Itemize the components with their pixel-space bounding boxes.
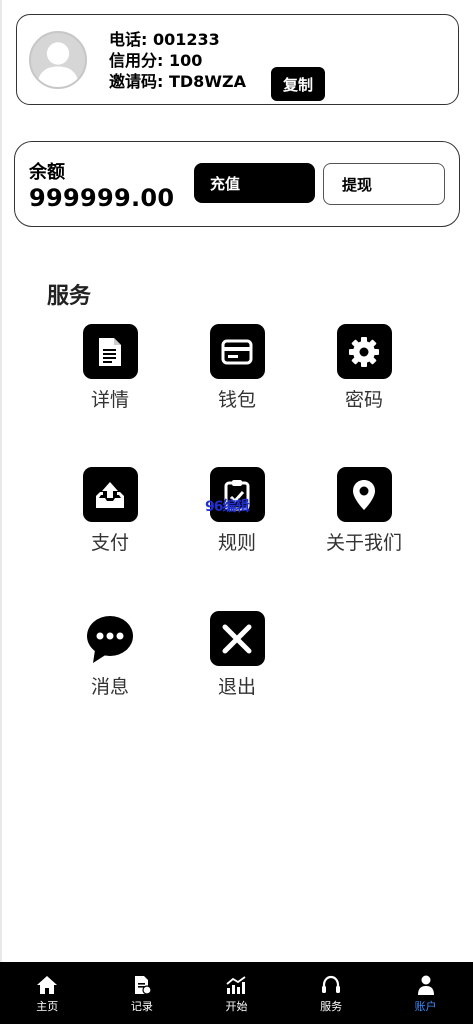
service-password[interactable]: 密码 <box>304 324 424 412</box>
phone-value: 001233 <box>152 30 220 49</box>
recharge-button[interactable]: 充值 <box>194 163 315 203</box>
tab-service[interactable]: 服务 <box>284 962 379 1024</box>
service-label: 退出 <box>217 676 256 698</box>
close-x-icon <box>209 611 265 666</box>
balance-value: 999999.00 <box>29 184 175 212</box>
tab-start[interactable]: 开始 <box>189 962 284 1024</box>
copy-button[interactable]: 复制 <box>271 67 325 101</box>
phone-label: 电话 <box>109 30 142 49</box>
service-wallet[interactable]: 钱包 <box>177 324 297 412</box>
balance-label: 余额 <box>29 162 65 183</box>
profile-card: 电话: 001233 信用分: 100 邀请码: TD8WZA 复制 <box>16 14 459 105</box>
withdraw-button[interactable]: 提现 <box>323 163 445 205</box>
tab-label: 主页 <box>36 1000 59 1013</box>
home-icon <box>37 976 58 994</box>
service-label: 详情 <box>90 389 129 411</box>
tab-label: 账户 <box>414 1000 437 1013</box>
headset-icon <box>322 975 341 993</box>
avatar[interactable] <box>29 31 87 89</box>
services-title: 服务 <box>47 284 92 309</box>
service-about[interactable]: 关于我们 <box>304 467 424 555</box>
service-logout[interactable]: 退出 <box>177 611 297 699</box>
overlay-text: 96编辑 <box>205 499 249 515</box>
tab-label: 开始 <box>225 1000 248 1013</box>
avatar-placeholder-icon <box>36 42 80 87</box>
invite-label: 邀请码 <box>109 72 158 91</box>
service-label: 密码 <box>344 389 383 411</box>
inbox-upload-icon <box>82 467 138 522</box>
service-messages[interactable]: 消息 <box>50 611 170 699</box>
tab-label: 服务 <box>320 1000 343 1013</box>
balance-card: 余额 999999.00 充值 提现 <box>14 141 460 227</box>
service-label: 钱包 <box>217 389 256 411</box>
service-label: 支付 <box>90 532 129 554</box>
chart-icon <box>226 976 247 994</box>
record-document-icon <box>134 976 152 995</box>
service-label: 关于我们 <box>325 532 402 554</box>
wallet-card-icon <box>209 324 265 379</box>
user-icon <box>417 975 434 995</box>
service-label: 消息 <box>90 676 129 698</box>
invite-line: 邀请码: TD8WZA <box>109 72 246 91</box>
tab-account[interactable]: 账户 <box>378 962 473 1024</box>
tab-home[interactable]: 主页 <box>0 962 95 1024</box>
tab-label: 记录 <box>130 1000 153 1013</box>
tab-records[interactable]: 记录 <box>95 962 190 1024</box>
invite-code: TD8WZA <box>168 72 246 91</box>
phone-line: 电话: 001233 <box>109 30 220 49</box>
credit-line: 信用分: 100 <box>109 51 203 70</box>
location-pin-icon <box>336 467 392 522</box>
credit-value: 100 <box>168 51 203 70</box>
bottom-tab-bar: 主页 记录 开始 服务 账户 <box>0 962 473 1024</box>
document-icon <box>82 324 138 379</box>
credit-label: 信用分 <box>109 51 158 70</box>
service-label: 规则 <box>217 532 256 554</box>
gear-icon <box>336 324 392 379</box>
profile-info: 电话: 001233 信用分: 100 邀请码: TD8WZA <box>109 29 246 92</box>
service-details[interactable]: 详情 <box>50 324 170 412</box>
frame-edge <box>0 0 2 1024</box>
chat-bubble-icon <box>83 611 138 666</box>
service-pay[interactable]: 支付 <box>50 467 170 555</box>
